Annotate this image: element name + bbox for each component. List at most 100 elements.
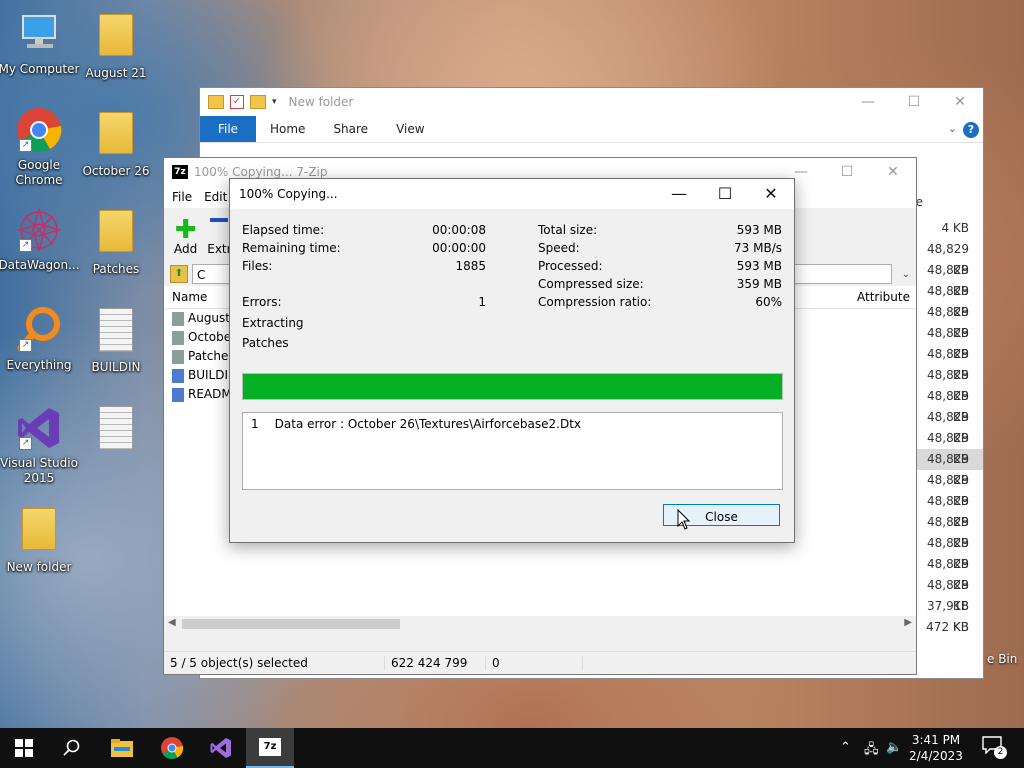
size-cell: 48,829 KB (927, 410, 969, 445)
ribbon-tab-share[interactable]: Share (319, 116, 382, 142)
explorer-minimize-button[interactable]: — (845, 88, 891, 116)
operation-text: Extracting (242, 316, 304, 330)
folder-icon (172, 330, 184, 345)
new-folder-icon[interactable] (250, 95, 266, 109)
taskbar-visual-studio[interactable] (197, 728, 245, 768)
shortcut-arrow-icon: ↗ (19, 239, 32, 252)
recycle-bin-label[interactable]: e Bin (987, 652, 1017, 666)
stat-remaining-time: Remaining time: 00:00:00 (242, 241, 486, 255)
7zip-close-button[interactable]: ✕ (870, 158, 916, 186)
size-cell: 48,829 KB (927, 284, 969, 319)
visual-studio-icon (210, 738, 231, 758)
size-cell: 48,829 KB (927, 473, 969, 508)
errors-value: 1 (478, 295, 486, 309)
menu-file[interactable]: File (172, 190, 192, 204)
current-item-text: Patches (242, 336, 289, 350)
visual-studio-icon: ↗ (15, 404, 63, 452)
desktop-icon-my-computer[interactable]: My Computer (0, 10, 82, 77)
address-dropdown-icon[interactable]: ⌄ (902, 265, 910, 285)
folder-icon (92, 14, 140, 62)
volume-icon[interactable]: 🔈 (886, 740, 902, 755)
taskbar-chrome[interactable] (148, 728, 196, 768)
error-text: Data error : October 26\Textures\Airforc… (274, 417, 581, 431)
start-button[interactable] (0, 728, 48, 768)
copy-progress-dialog[interactable]: 100% Copying... — ☐ ✕ Elapsed time: 00:0… (229, 178, 795, 543)
scroll-right-icon[interactable]: ▶ (904, 617, 912, 628)
row-name: Patches (188, 349, 235, 363)
taskbar-7zip[interactable]: 7z (246, 728, 294, 768)
desktop-icon-august-21[interactable]: August 21 (73, 10, 159, 81)
row-name: READM (188, 387, 232, 401)
dialog-maximize-button[interactable]: ☐ (702, 179, 748, 209)
explorer-close-button[interactable]: ✕ (937, 88, 983, 116)
expand-ribbon-chevron-icon[interactable]: ⌄ (948, 122, 957, 135)
folder-up-icon[interactable]: ⬆ (170, 265, 188, 283)
ribbon-tab-home[interactable]: Home (256, 116, 319, 142)
7zip-status-bar: 5 / 5 object(s) selected 622 424 799 0 (164, 651, 916, 674)
size-cell: 48,829 KB (927, 431, 969, 466)
show-hidden-icons-chevron-icon[interactable]: ⌃ (840, 740, 851, 755)
taskbar-search-button[interactable] (48, 728, 96, 768)
size-cell: 37,918 KB (927, 599, 969, 634)
size-cell: 48,829 KB (915, 449, 983, 487)
column-attributes[interactable]: Attribute (857, 286, 916, 308)
size-cell: 48,829 KB (927, 347, 969, 382)
size-cell: 48,829 KB (927, 515, 969, 550)
horizontal-scrollbar[interactable]: ◀ ▶ (164, 616, 916, 632)
dialog-close-x-button[interactable]: ✕ (748, 179, 794, 209)
scroll-left-icon[interactable]: ◀ (168, 617, 176, 628)
desktop-icon-google-chrome[interactable]: ↗ Google Chrome (0, 106, 82, 188)
desktop-icon-october-26[interactable]: October 26 (73, 108, 159, 179)
datawagon-icon: ↗ (15, 206, 63, 254)
size-cell: 48,829 KB (927, 242, 969, 277)
action-center-button[interactable]: 2 (982, 736, 1007, 759)
row-name: August (188, 311, 230, 325)
right-stats: Total size: 593 MB Speed: 73 MB/s Proces… (538, 221, 782, 311)
explorer-maximize-button[interactable]: ☐ (891, 88, 937, 116)
help-icon[interactable]: ? (963, 122, 979, 138)
add-button[interactable]: ✚ Add (174, 215, 197, 256)
chrome-icon (161, 737, 184, 759)
network-icon[interactable]: 🖧 (864, 740, 879, 762)
taskbar-clock[interactable]: 3:41 PM 2/4/2023 (904, 732, 968, 764)
properties-check-icon[interactable]: ✓ (230, 95, 244, 109)
menu-edit[interactable]: Edit (204, 190, 227, 204)
document-icon (92, 406, 140, 454)
size-cell: 48,829 KB (927, 326, 969, 361)
desktop-icon-building[interactable]: BUILDIN (73, 306, 159, 375)
row-name: Octobe (188, 330, 232, 344)
stat-compression-ratio: Compression ratio: 60% (538, 295, 782, 309)
7zip-icon: 7z (259, 738, 281, 756)
desktop-icon-new-folder[interactable]: New folder (0, 504, 82, 575)
files-value: 1885 (455, 259, 486, 273)
desktop-icon-datawagon[interactable]: ↗ DataWagon... (0, 206, 82, 273)
stat-speed: Speed: 73 MB/s (538, 241, 782, 255)
stat-total-size: Total size: 593 MB (538, 223, 782, 237)
ribbon-tab-view[interactable]: View (382, 116, 438, 142)
file-explorer-icon (111, 739, 133, 757)
computer-icon (15, 10, 63, 58)
desktop-icon-everything[interactable]: ↗ Everything (0, 306, 82, 373)
taskbar-file-explorer[interactable] (98, 728, 146, 768)
dialog-minimize-button[interactable]: — (656, 179, 702, 209)
folder-icon (172, 349, 184, 364)
extract-button[interactable]: Extr (207, 208, 232, 256)
notification-count-badge: 2 (994, 746, 1007, 759)
remaining-time-value: 00:00:00 (432, 241, 486, 255)
error-message-list[interactable]: 1 Data error : October 26\Textures\Airfo… (242, 412, 783, 490)
size-cell: 48,829 KB (927, 494, 969, 529)
customize-arrow-icon[interactable]: ▾ (272, 97, 277, 107)
desktop-icon-document[interactable] (73, 404, 159, 458)
clock-time: 3:41 PM (911, 733, 961, 747)
desktop-icon-label: Visual Studio 2015 (0, 456, 78, 485)
desktop-icon-patches[interactable]: Patches (73, 206, 159, 277)
7zip-maximize-button[interactable]: ☐ (824, 158, 870, 186)
size-cell: 472 KB (926, 620, 969, 634)
desktop-icon-visual-studio[interactable]: ↗ Visual Studio 2015 (0, 404, 82, 486)
scrollbar-thumb[interactable] (182, 619, 400, 629)
plus-icon: ✚ (174, 215, 197, 245)
ribbon-tab-file[interactable]: File (200, 116, 256, 142)
error-message-row[interactable]: 1 Data error : October 26\Textures\Airfo… (243, 413, 782, 435)
folder-icon (92, 112, 140, 160)
folder-icon (172, 311, 184, 326)
